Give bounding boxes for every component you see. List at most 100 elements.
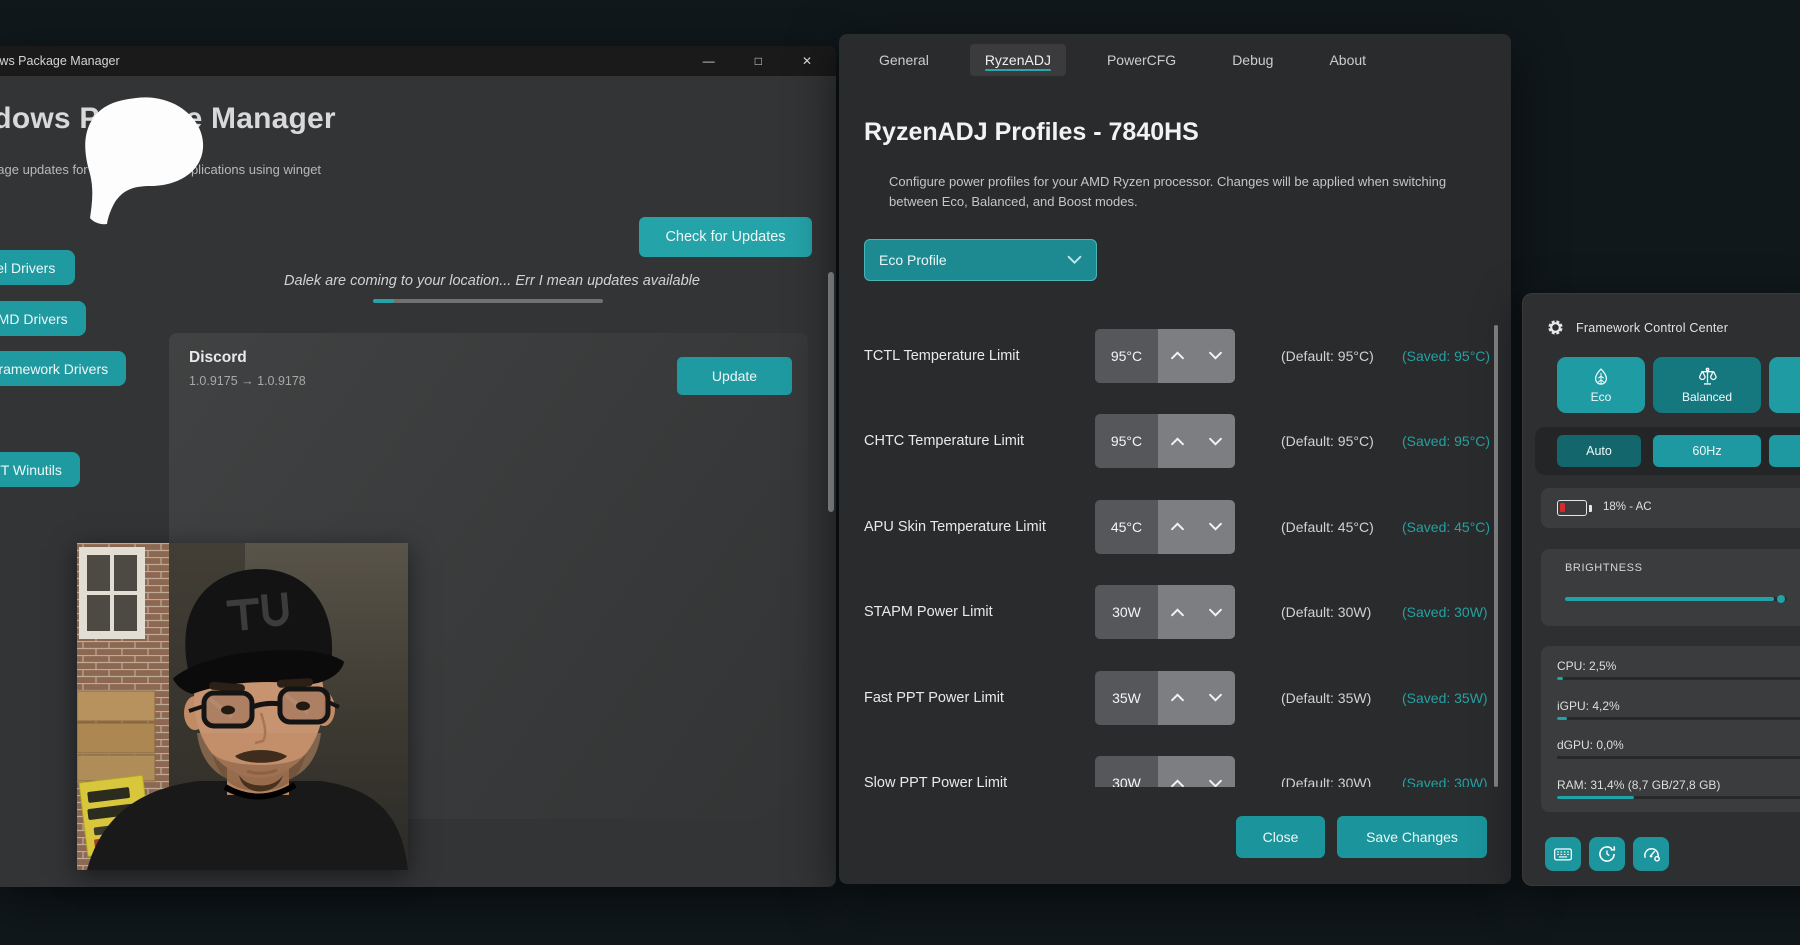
tab-powercfg[interactable]: PowerCFG — [1092, 44, 1191, 76]
stepper-up-button[interactable] — [1158, 329, 1197, 383]
stepper-up-button[interactable] — [1158, 500, 1197, 554]
brightness-card: BRIGHTNESS — [1541, 549, 1800, 626]
saved-value: (Saved: 30W) — [1402, 775, 1488, 787]
setting-row-slow-ppt: Slow PPT Power Limit 30W (Default: 30W) … — [839, 741, 1511, 788]
tab-about[interactable]: About — [1314, 44, 1381, 76]
background-window — [79, 547, 145, 639]
sidebar-button-intel-drivers[interactable]: Intel Drivers — [0, 250, 75, 285]
stepper-down-button[interactable] — [1197, 500, 1236, 554]
update-button[interactable]: Update — [677, 357, 792, 395]
refresh-rate-auto-button[interactable]: Auto — [1557, 435, 1641, 467]
default-value: (Default: 30W) — [1281, 604, 1402, 620]
stepper-up-button[interactable] — [1158, 756, 1197, 787]
update-status-text: Dalek are coming to your location... Err… — [242, 273, 742, 289]
stepper-value: 95°C — [1095, 414, 1158, 468]
brightness-label: BRIGHTNESS — [1565, 562, 1794, 574]
refresh-rate-60hz-button[interactable]: 60Hz — [1653, 435, 1761, 467]
stepper-down-button[interactable] — [1197, 329, 1236, 383]
stepper-down-button[interactable] — [1197, 756, 1236, 787]
default-value: (Default: 95°C) — [1281, 433, 1402, 449]
default-value: (Default: 35W) — [1281, 690, 1402, 706]
saved-value: (Saved: 35W) — [1402, 690, 1488, 706]
sidebar-button-amd-drivers[interactable]: AMD Drivers — [0, 301, 86, 336]
value-stepper: 30W — [1095, 585, 1235, 639]
minimize-icon[interactable]: — — [703, 55, 715, 67]
battery-fill — [1560, 503, 1565, 512]
saved-value: (Saved: 30W) — [1402, 604, 1488, 620]
stepper-up-button[interactable] — [1158, 585, 1197, 639]
stat-cpu: CPU: 2,5% — [1557, 659, 1800, 680]
refresh-rate-cutoff-button[interactable] — [1769, 435, 1800, 467]
setting-label: APU Skin Temperature Limit — [864, 519, 1095, 535]
mode-button-eco[interactable]: Eco — [1557, 357, 1645, 413]
battery-icon-tip — [1589, 505, 1592, 512]
stepper-value: 30W — [1095, 585, 1158, 639]
setting-row-stapm: STAPM Power Limit 30W (Default: 30W) (Sa… — [839, 570, 1511, 656]
chevron-down-icon — [1067, 255, 1082, 265]
default-value: (Default: 95°C) — [1281, 348, 1402, 364]
battery-status-text: 18% - AC — [1603, 501, 1652, 513]
stepper-down-button[interactable] — [1197, 671, 1236, 725]
titlebar: Windows Package Manager — □ ✕ — [0, 46, 836, 76]
tab-general[interactable]: General — [864, 44, 944, 76]
stat-bar-fill — [1557, 677, 1563, 680]
check-for-updates-button[interactable]: Check for Updates — [639, 217, 812, 257]
stat-label: dGPU: 0,0% — [1557, 738, 1800, 752]
sidebar-button-ctt-winutils[interactable]: CTT Winutils — [0, 452, 80, 487]
setting-label: Slow PPT Power Limit — [864, 775, 1095, 787]
stat-bar-fill — [1557, 717, 1567, 720]
mode-button-cutoff[interactable] — [1769, 357, 1800, 413]
save-changes-button[interactable]: Save Changes — [1337, 816, 1487, 858]
profile-dropdown[interactable]: Eco Profile — [864, 239, 1097, 281]
battery-icon — [1557, 500, 1587, 516]
stat-label: RAM: 31,4% (8,7 GB/27,8 GB) — [1557, 778, 1800, 792]
webcam-overlay — [77, 543, 408, 870]
window-title: Windows Package Manager — [0, 54, 120, 68]
section-title: RyzenADJ Profiles - 7840HS — [864, 118, 1199, 147]
close-icon[interactable]: ✕ — [802, 55, 812, 67]
package-name: Discord — [189, 349, 247, 367]
stepper-value: 45°C — [1095, 500, 1158, 554]
scales-icon — [1697, 366, 1718, 387]
settings-window: General RyzenADJ PowerCFG Debug About Ry… — [839, 34, 1511, 884]
white-annotation-blob — [66, 90, 216, 232]
brightness-slider[interactable] — [1565, 597, 1787, 601]
battery-card: 18% - AC — [1541, 488, 1800, 528]
stepper-value: 35W — [1095, 671, 1158, 725]
scrollbar-thumb[interactable] — [828, 272, 834, 512]
update-history-icon[interactable] — [1589, 837, 1625, 871]
scrollbar-thumb[interactable] — [1494, 325, 1498, 787]
stat-ram: RAM: 31,4% (8,7 GB/27,8 GB) — [1557, 778, 1800, 799]
stepper-up-button[interactable] — [1158, 414, 1197, 468]
quick-action-dock — [1545, 837, 1669, 871]
profile-dropdown-value: Eco Profile — [879, 252, 947, 268]
tab-ryzenadj[interactable]: RyzenADJ — [970, 44, 1066, 76]
sidebar-button-framework-drivers[interactable]: Framework Drivers — [0, 351, 126, 386]
value-stepper: 30W — [1095, 756, 1235, 787]
settings-rows: TCTL Temperature Limit 95°C (Default: 95… — [839, 313, 1511, 787]
performance-gauge-icon[interactable] — [1633, 837, 1669, 871]
tab-debug[interactable]: Debug — [1217, 44, 1288, 76]
package-version-change: 1.0.9175 → 1.0.9178 — [189, 374, 306, 388]
background-boxes — [77, 691, 155, 781]
keyboard-icon[interactable] — [1545, 837, 1581, 871]
saved-value: (Saved: 95°C) — [1402, 348, 1490, 364]
setting-label: CHTC Temperature Limit — [864, 433, 1095, 449]
framework-control-center-panel: Framework Control Center Eco Balanced Au… — [1522, 293, 1800, 886]
value-stepper: 35W — [1095, 671, 1235, 725]
stepper-up-button[interactable] — [1158, 671, 1197, 725]
maximize-icon[interactable]: □ — [755, 55, 762, 67]
tab-bar: General RyzenADJ PowerCFG Debug About — [864, 44, 1381, 76]
stepper-down-button[interactable] — [1197, 414, 1236, 468]
close-button[interactable]: Close — [1236, 816, 1325, 858]
stepper-down-button[interactable] — [1197, 585, 1236, 639]
leaf-icon — [1591, 367, 1611, 387]
value-stepper: 95°C — [1095, 329, 1235, 383]
framework-logo-icon — [1547, 319, 1564, 336]
mode-button-balanced[interactable]: Balanced — [1653, 357, 1761, 413]
saved-value: (Saved: 95°C) — [1402, 433, 1490, 449]
setting-row-apu-skin: APU Skin Temperature Limit 45°C (Default… — [839, 484, 1511, 570]
value-stepper: 45°C — [1095, 500, 1235, 554]
update-progress-fill — [373, 299, 394, 303]
setting-label: TCTL Temperature Limit — [864, 348, 1095, 364]
